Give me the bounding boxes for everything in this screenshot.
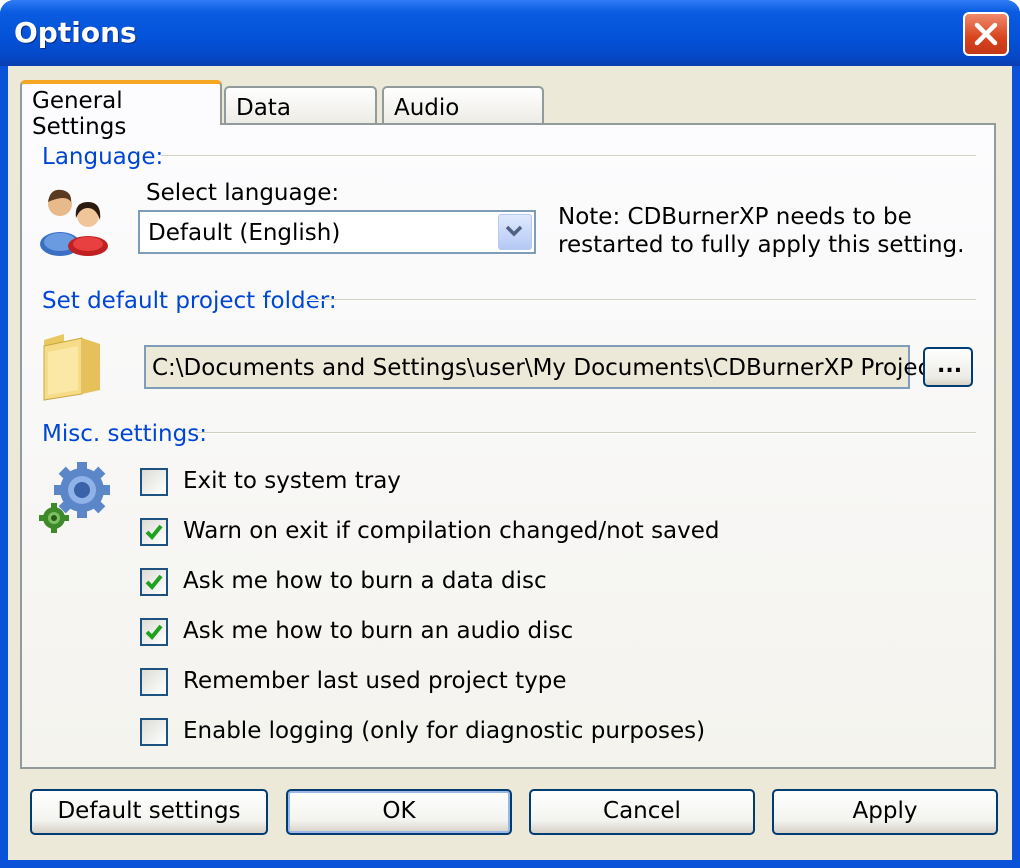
close-icon xyxy=(974,22,998,46)
project-folder-section-label: Set default project folder: xyxy=(42,288,337,314)
ask-audio-disc-checkbox[interactable] xyxy=(140,618,168,646)
checkmark-icon xyxy=(145,524,163,540)
browse-folder-button[interactable]: ... xyxy=(923,347,973,387)
language-note-line2: restarted to fully apply this setting. xyxy=(558,232,965,258)
users-icon xyxy=(40,189,108,256)
exit-to-tray-label: Exit to system tray xyxy=(183,468,401,494)
apply-button[interactable]: Apply xyxy=(772,789,998,835)
project-folder-divider xyxy=(306,299,976,301)
browse-folder-label: ... xyxy=(937,353,963,378)
window-title: Options xyxy=(14,16,137,49)
cancel-button[interactable]: Cancel xyxy=(529,789,755,835)
remember-project-type-label: Remember last used project type xyxy=(183,668,567,694)
ask-audio-disc-label: Ask me how to burn an audio disc xyxy=(183,618,574,644)
folder-icon xyxy=(43,334,100,401)
remember-project-type-checkbox[interactable] xyxy=(140,668,168,696)
gears-icon xyxy=(39,462,110,533)
tab-general-settings[interactable]: General Settings xyxy=(20,80,222,140)
chevron-down-icon xyxy=(505,225,523,237)
tab-audio-options[interactable]: Audio Options xyxy=(382,86,544,147)
enable-logging-label: Enable logging (only for diagnostic purp… xyxy=(183,718,706,744)
tab-general-settings-label: General Settings xyxy=(32,88,127,140)
ask-data-disc-checkbox[interactable] xyxy=(140,568,168,596)
language-divider xyxy=(161,155,976,157)
checkmark-icon xyxy=(145,574,163,590)
default-settings-button[interactable]: Default settings xyxy=(30,789,268,835)
warn-on-exit-label: Warn on exit if compilation changed/not … xyxy=(183,518,720,544)
exit-to-tray-checkbox[interactable] xyxy=(140,468,168,496)
select-language-label: Select language: xyxy=(146,180,340,206)
enable-logging-checkbox[interactable] xyxy=(140,718,168,746)
warn-on-exit-checkbox[interactable] xyxy=(140,518,168,546)
close-button[interactable] xyxy=(963,12,1009,56)
ok-button[interactable]: OK xyxy=(286,789,512,835)
title-bar[interactable]: Options xyxy=(0,0,1020,66)
checkmark-icon xyxy=(145,624,163,640)
options-window: Options General Settings Data Options Au… xyxy=(0,0,1020,868)
ask-data-disc-label: Ask me how to burn a data disc xyxy=(183,568,547,594)
project-folder-path-field[interactable]: C:\Documents and Settings\user\My Docume… xyxy=(144,345,959,389)
project-folder-path-value: C:\Documents and Settings\user\My Docume… xyxy=(152,355,959,381)
language-select-value: Default (English) xyxy=(148,220,341,246)
misc-section-label: Misc. settings: xyxy=(42,421,207,447)
language-section-label: Language: xyxy=(42,144,164,170)
tab-data-options[interactable]: Data Options xyxy=(224,86,377,147)
dialog-body: General Settings Data Options Audio Opti… xyxy=(8,66,1012,860)
language-select[interactable]: Default (English) xyxy=(138,210,536,254)
misc-divider xyxy=(196,432,976,434)
language-note-line1: Note: CDBurnerXP needs to be xyxy=(558,204,912,230)
language-dropdown-button[interactable] xyxy=(498,214,532,250)
